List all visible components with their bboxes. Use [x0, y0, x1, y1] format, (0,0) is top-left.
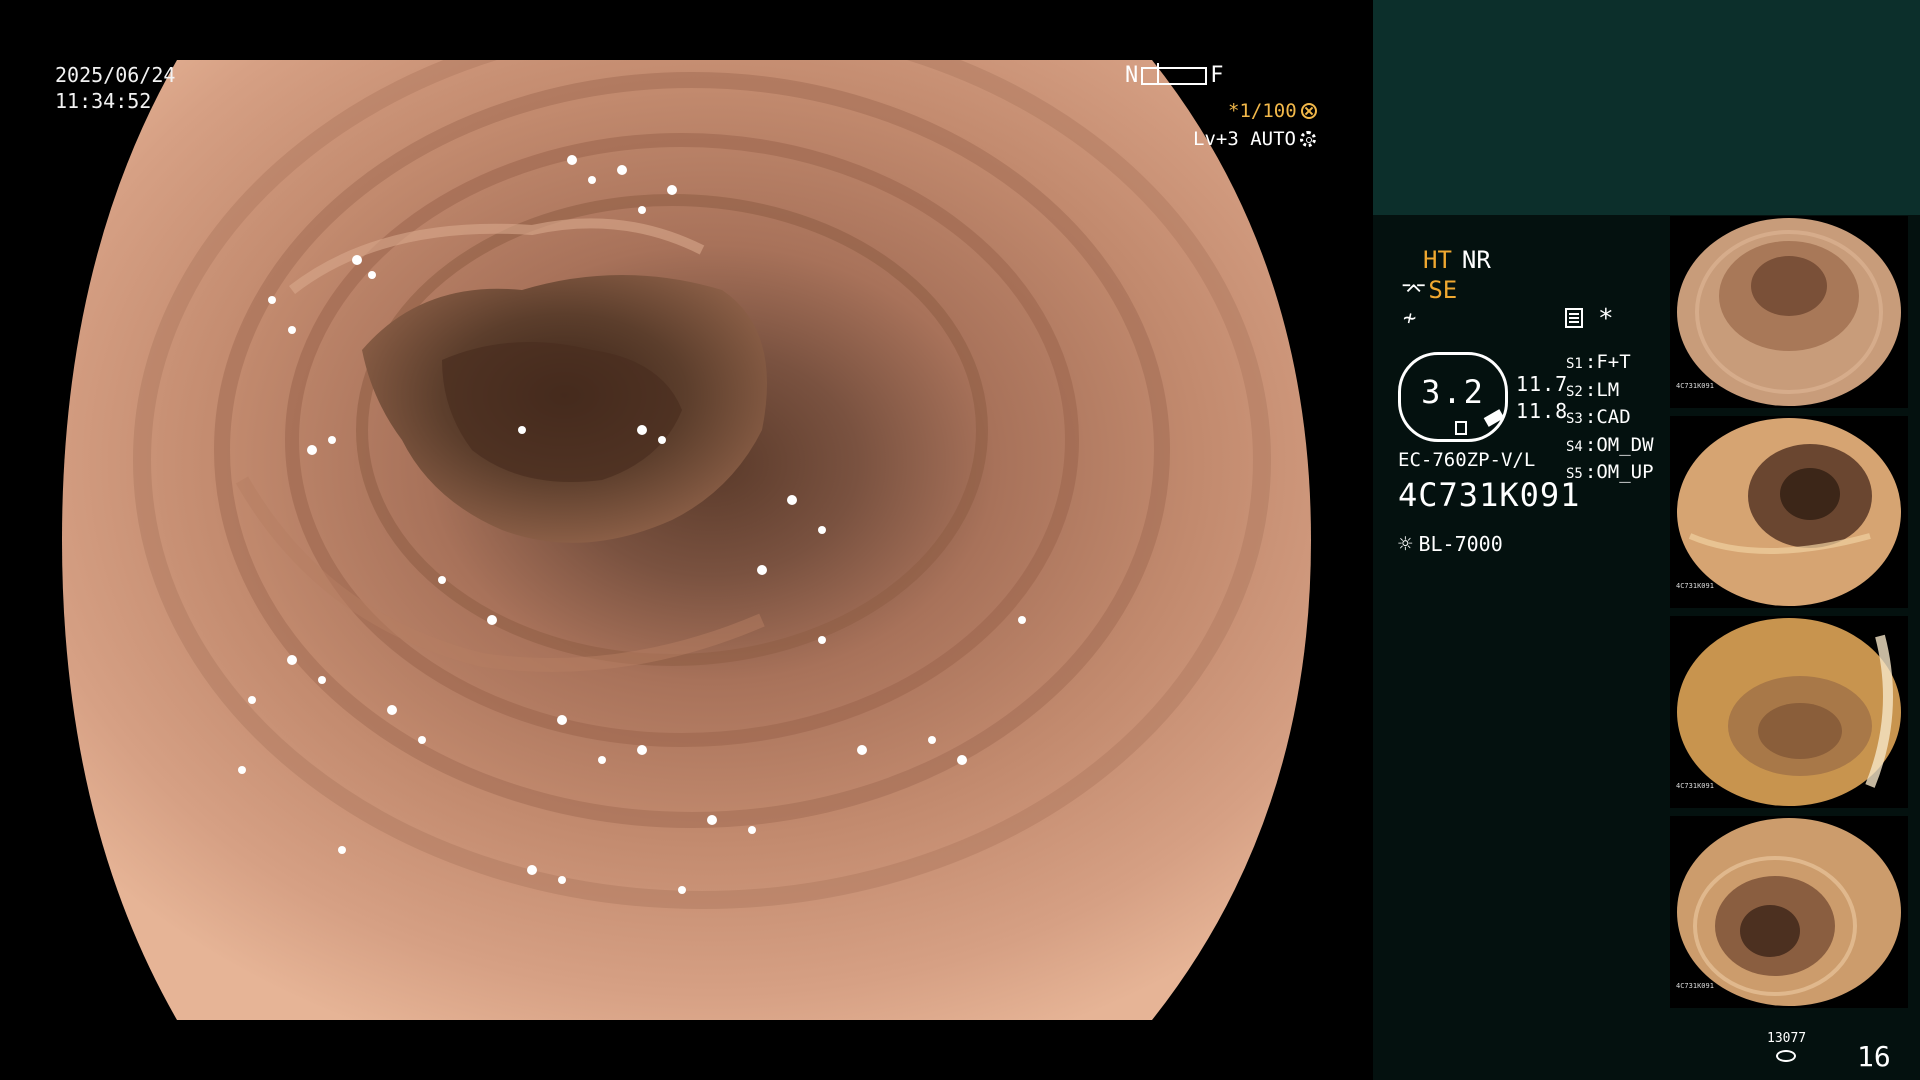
switch-key: S2 — [1566, 383, 1583, 400]
switch-assignments: S1:F+T S2:LM S3:CAD S4:OM_DW S5:OM_UP — [1566, 350, 1654, 488]
switch-row: S3:CAD — [1566, 406, 1631, 428]
auto-gear-icon — [1299, 131, 1316, 147]
switch-value: OM_DW — [1596, 433, 1654, 456]
switch-key: S4 — [1566, 438, 1583, 455]
zoom-status-icon — [1300, 103, 1317, 119]
light-source-label: BL-7000 — [1418, 532, 1503, 556]
thumbnail-4[interactable]: 4C731K091 — [1670, 816, 1908, 1008]
asterisk-icon: * — [1598, 304, 1614, 334]
ht-nr-status: HT NR — [1423, 246, 1491, 274]
scope-serial: 4C731K091 — [1398, 476, 1581, 514]
thumbnail-3[interactable]: 4C731K091 — [1670, 616, 1908, 808]
capture-count: 16 — [1857, 1040, 1891, 1073]
structure-icon: ⌤ — [1401, 277, 1427, 303]
thumbnail-serial: 4C731K091 — [1676, 982, 1714, 990]
level-text: Lv+3 AUTO — [1193, 128, 1296, 150]
thumbnail-2[interactable]: 4C731K091 — [1670, 416, 1908, 608]
gauge-value: 3.2 — [1421, 373, 1485, 411]
level-indicator: Lv+3 AUTO — [1193, 128, 1316, 150]
structure-enhance-status: ⌤ SE — [1401, 276, 1457, 304]
thumbnail-1[interactable]: 4C731K091 — [1670, 216, 1908, 408]
light-source-icon: ☼ — [1398, 530, 1413, 558]
date-text: 2025/06/24 — [55, 63, 176, 87]
captured-thumbnails: 4C731K091 4C731K091 4C731K091 4C731K091 — [1670, 216, 1920, 1016]
zoom-text: *1/100 — [1228, 100, 1297, 122]
storage-counter: 13077 — [1767, 1031, 1807, 1046]
panel-header-area — [1373, 0, 1920, 215]
se-label: SE — [1428, 276, 1458, 304]
time-text: 11:34:52 — [55, 89, 152, 113]
switch-value: LM — [1596, 378, 1620, 401]
switch-row: S4:OM_DW — [1566, 433, 1654, 456]
zoom-indicator: *1/100 — [1228, 100, 1317, 122]
reading-value-1: 11.7 — [1516, 372, 1569, 396]
endoscope-main-view: 2025/06/24 11:34:52 N F *1/100 Lv+3 AUTO — [0, 0, 1373, 1080]
near-label: N — [1125, 63, 1139, 88]
thumbnail-serial: 4C731K091 — [1676, 582, 1714, 590]
gauge-square-icon — [1455, 421, 1467, 435]
thumbnail-serial: 4C731K091 — [1676, 782, 1714, 790]
datetime-display: 2025/06/24 11:34:52 — [55, 62, 175, 114]
disk-icon — [1776, 1050, 1796, 1062]
ht-label: HT — [1423, 246, 1452, 274]
color-mode-icon: ≁ — [1403, 306, 1417, 331]
near-far-focus-indicator: N F — [1125, 63, 1224, 88]
switch-key: S3 — [1566, 411, 1583, 427]
switch-row: S2:LM — [1566, 378, 1620, 401]
switch-value: CAD — [1596, 406, 1631, 428]
switch-key: S1 — [1566, 356, 1583, 372]
light-source-row: ☼ BL-7000 — [1398, 530, 1503, 558]
endoscopic-image — [62, 60, 1311, 1020]
reading-value-2: 11.8 — [1516, 399, 1569, 423]
thumbnail-serial: 4C731K091 — [1676, 382, 1714, 390]
far-label: F — [1210, 63, 1224, 88]
scope-model: EC-760ZP-V/L — [1398, 449, 1536, 471]
switch-row: S1:F+T — [1566, 351, 1631, 373]
focus-bar — [1141, 63, 1208, 85]
gauge-tab-icon — [1483, 409, 1505, 427]
document-icon — [1565, 308, 1583, 328]
scope-gauge: 3.2 — [1398, 352, 1508, 442]
switch-value: F+T — [1596, 351, 1631, 373]
switch-value: OM_UP — [1596, 461, 1654, 483]
nr-label: NR — [1461, 246, 1491, 274]
info-side-panel: HT NR ⌤ SE ≁ * 3.2 11.7 11.8 S1:F+T S2:LM… — [1373, 0, 1920, 1080]
